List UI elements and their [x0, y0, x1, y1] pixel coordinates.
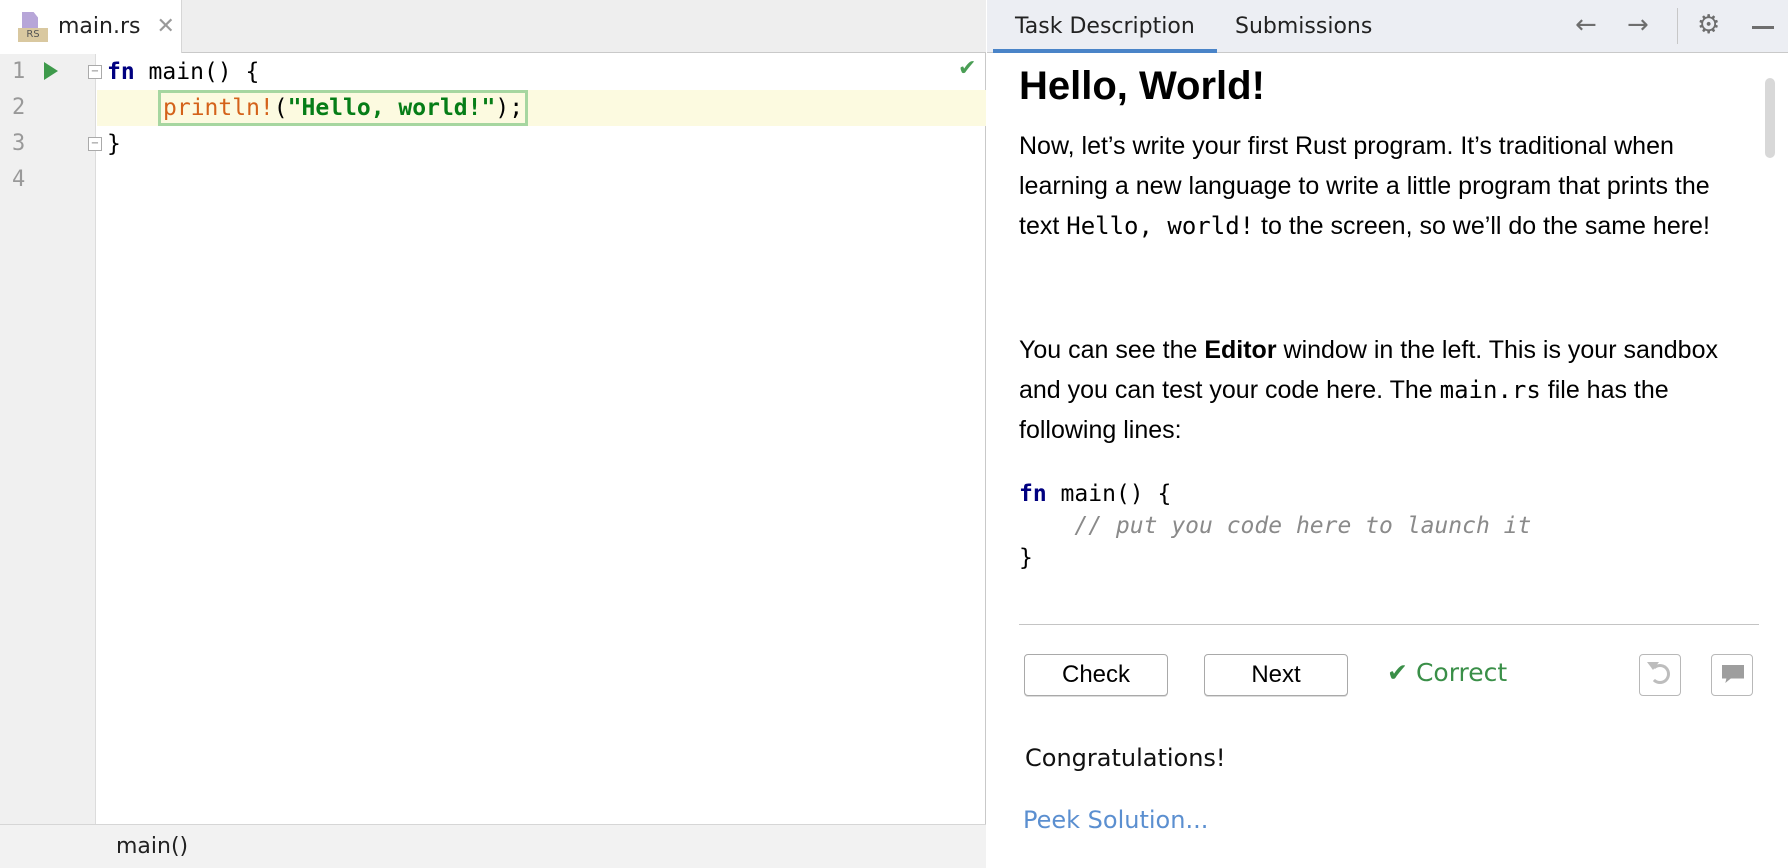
code-text[interactable]: }	[107, 126, 121, 162]
next-button[interactable]: Next	[1204, 654, 1348, 696]
breadcrumb[interactable]: main()	[116, 834, 188, 859]
task-description-content: Hello, World! Now, let’s write your firs…	[987, 54, 1788, 868]
toolbar-separator	[1677, 8, 1678, 44]
example-code-block: fn main() { // put you code here to laun…	[1019, 481, 1532, 571]
task-pane: Task Description Submissions ← → ⚙ Hello…	[987, 0, 1788, 868]
comment-icon	[1722, 665, 1744, 683]
code-text[interactable]: println!("Hello, world!");	[158, 90, 529, 126]
close-icon[interactable]: ✕	[156, 14, 174, 39]
description-paragraph-1: Now, let’s write your first Rust program…	[1019, 132, 1710, 240]
editor-pane: RS main.rs ✕ 1 − fn main() { 2 println!(…	[0, 0, 986, 868]
tab-task-description[interactable]: Task Description	[993, 0, 1217, 53]
code-text[interactable]: fn main() {	[107, 54, 259, 90]
fold-icon[interactable]: −	[88, 65, 102, 79]
code-line-4: 4	[0, 162, 986, 198]
code-line-1: 1 − fn main() {	[0, 54, 986, 90]
editor-tab-bar: RS main.rs ✕	[0, 0, 986, 53]
peek-solution-link[interactable]: Peek Solution...	[1023, 806, 1208, 834]
task-toolbar: Task Description Submissions ← → ⚙	[987, 0, 1788, 53]
comment-button[interactable]	[1711, 654, 1753, 696]
check-icon: ✔	[1387, 658, 1408, 687]
forward-arrow-icon[interactable]: →	[1627, 10, 1649, 40]
file-tab-main-rs[interactable]: RS main.rs ✕	[0, 0, 182, 53]
file-tab-label: main.rs	[58, 14, 141, 39]
tab-submissions[interactable]: Submissions	[1235, 0, 1372, 53]
code-line-3: 3 − }	[0, 126, 986, 162]
task-title: Hello, World!	[1019, 64, 1265, 108]
code-line-2: 2 println!("Hello, world!");	[0, 90, 986, 126]
minimize-icon[interactable]	[1752, 26, 1774, 29]
run-icon[interactable]	[44, 62, 58, 80]
answer-placeholder[interactable]: println!("Hello, world!");	[158, 90, 529, 126]
scrollbar-thumb[interactable]	[1765, 78, 1775, 158]
check-icon: ✔	[958, 56, 977, 81]
status-text: Correct	[1415, 658, 1508, 687]
divider	[1019, 624, 1759, 625]
check-button[interactable]: Check	[1024, 654, 1168, 696]
rust-file-icon: RS	[18, 11, 48, 42]
line-number: 4	[12, 167, 26, 192]
reset-button[interactable]	[1639, 654, 1681, 696]
line-number: 2	[12, 95, 26, 120]
feedback-message: Congratulations!	[1025, 744, 1226, 772]
fold-end-icon[interactable]: −	[88, 137, 102, 151]
line-number: 3	[12, 131, 26, 156]
status-badge: ✔ Correct	[1387, 658, 1507, 687]
breadcrumb-bar: main()	[0, 824, 986, 868]
line-number: 1	[12, 59, 26, 84]
scrollbar[interactable]	[1763, 74, 1777, 854]
gear-icon[interactable]: ⚙	[1697, 10, 1720, 40]
description-paragraph-2: You can see the Editor window in the lef…	[1019, 336, 1718, 444]
back-arrow-icon[interactable]: ←	[1575, 10, 1597, 40]
